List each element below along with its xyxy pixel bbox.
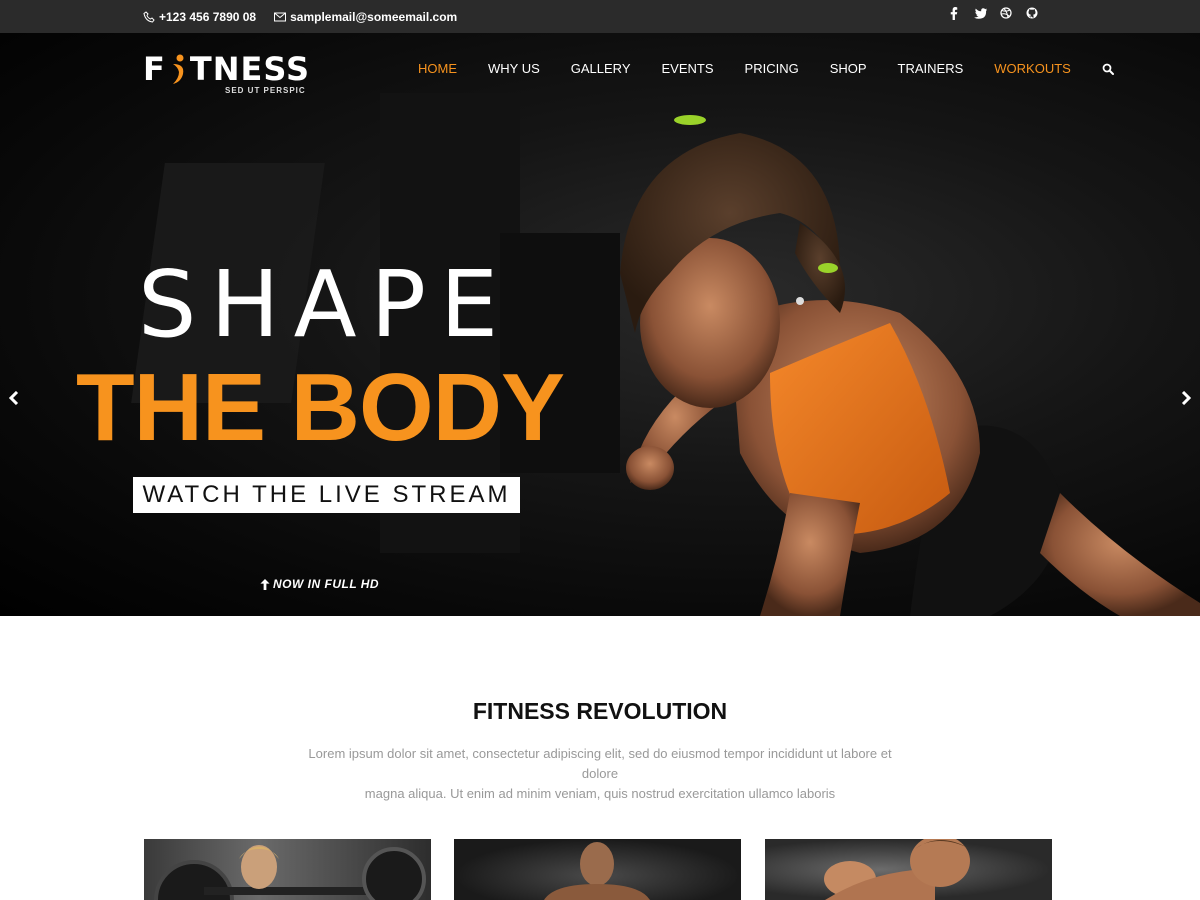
slider-next-button[interactable]	[1174, 386, 1198, 410]
hero-headline-line1: SHAPE	[138, 251, 513, 358]
github-icon[interactable]	[1019, 7, 1045, 19]
logo-text-right: TNESS	[189, 50, 310, 88]
chevron-left-icon	[9, 391, 19, 405]
email-contact[interactable]: samplemail@someemail.com	[274, 10, 457, 24]
feature-card-image[interactable]	[765, 839, 1052, 900]
section-title: FITNESS REVOLUTION	[472, 698, 728, 724]
feature-card-image[interactable]	[144, 839, 431, 900]
nav-item-why-us[interactable]: WHY US	[488, 60, 540, 78]
hero-headline-line2: THE BODY	[76, 354, 565, 461]
watch-live-stream-button[interactable]: WATCH THE LIVE STREAM	[133, 477, 520, 513]
section-description-line: magna aliqua. Ut enim ad minim veniam, q…	[364, 786, 836, 801]
nav-item-gallery[interactable]: GALLERY	[571, 60, 631, 78]
full-hd-text: NOW IN FULL HD	[273, 577, 380, 591]
social-links	[941, 0, 1045, 26]
logo-tagline: SED UT PERSPIC	[225, 86, 306, 95]
card-photo	[824, 839, 970, 900]
hero-slider: F TNESS SED UT PERSPIC HOME WHY US GALLE…	[0, 33, 1200, 616]
card-photo	[154, 845, 426, 900]
chevron-right-icon	[1181, 391, 1191, 405]
twitter-icon[interactable]	[967, 7, 993, 19]
phone-icon	[143, 10, 155, 23]
facebook-icon[interactable]	[941, 6, 967, 20]
dribbble-icon[interactable]	[993, 7, 1019, 19]
main-nav: HOME WHY US GALLERY EVENTS PRICING SHOP …	[418, 60, 1114, 78]
envelope-icon	[274, 12, 287, 21]
search-icon[interactable]	[1102, 63, 1114, 75]
feature-card-image[interactable]	[454, 839, 741, 900]
section-description: Lorem ipsum dolor sit amet, consectetur …	[290, 744, 910, 804]
email-address: samplemail@someemail.com	[290, 9, 458, 24]
nav-item-workouts[interactable]: WORKOUTS	[994, 60, 1071, 78]
nav-item-home[interactable]: HOME	[418, 60, 457, 78]
nav-item-shop[interactable]: SHOP	[830, 60, 867, 78]
contact-info: +123 456 7890 08 samplemail@someemail.co…	[143, 0, 475, 33]
card-photo	[544, 842, 650, 900]
site-logo[interactable]: F TNESS SED UT PERSPIC	[143, 52, 310, 95]
nav-item-trainers[interactable]: TRAINERS	[898, 60, 964, 78]
logo-wordmark: F TNESS	[143, 52, 310, 86]
runner-icon	[167, 52, 189, 86]
phone-number: +123 456 7890 08	[159, 9, 257, 24]
section-description-line: Lorem ipsum dolor sit amet, consectetur …	[308, 746, 892, 781]
full-hd-note: NOW IN FULL HD	[260, 577, 379, 591]
arrow-up-icon	[260, 578, 270, 590]
phone-contact[interactable]: +123 456 7890 08	[143, 10, 256, 24]
logo-text-left: F	[143, 50, 166, 88]
slider-prev-button[interactable]	[2, 386, 26, 410]
nav-item-events[interactable]: EVENTS	[662, 60, 714, 78]
nav-item-pricing[interactable]: PRICING	[745, 60, 799, 78]
athlete-image	[620, 115, 1200, 616]
top-bar: +123 456 7890 08 samplemail@someemail.co…	[0, 0, 1200, 33]
